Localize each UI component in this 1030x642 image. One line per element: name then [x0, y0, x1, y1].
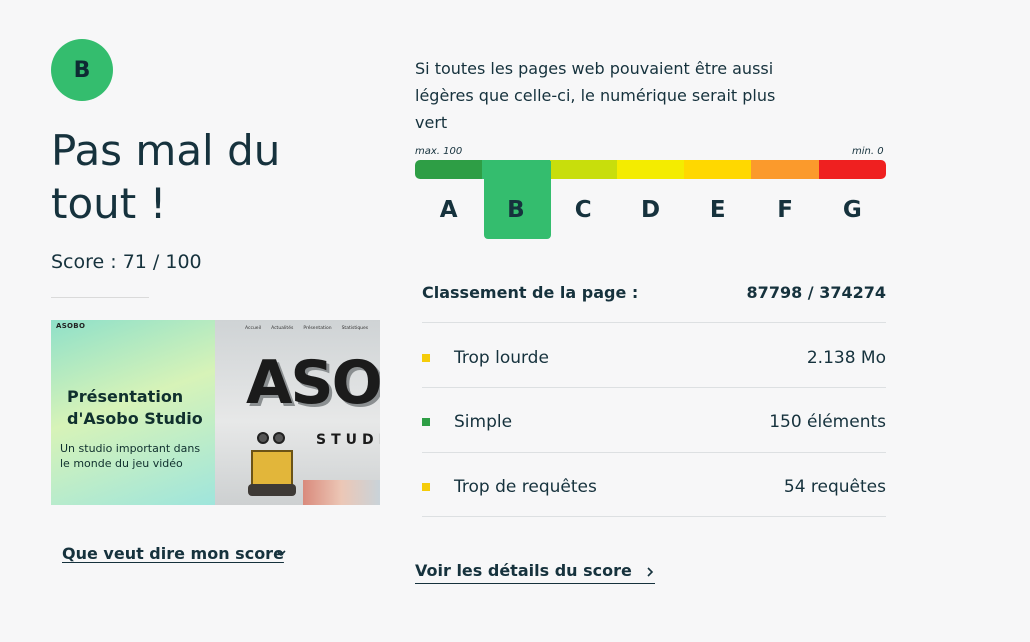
thumbnail-nav-item: Actualités: [271, 326, 294, 331]
grade-letters: A B C D E F G: [415, 197, 886, 231]
thumbnail-fabric: [303, 480, 380, 505]
thumbnail-logo: ASOBO: [56, 322, 86, 330]
score-meaning-link[interactable]: Que veut dire mon score: [62, 544, 284, 563]
grade-letter-a: A: [439, 197, 458, 223]
metric-row-requests: Trop de requêtes 54 requêtes: [422, 475, 886, 499]
grade-segment-e: [684, 160, 752, 179]
grade-segment-c: [549, 160, 617, 179]
grade-letter-c: C: [574, 197, 592, 223]
thumbnail-nav-item: Statistiques: [341, 326, 369, 331]
chevron-down-icon[interactable]: [274, 546, 288, 560]
score-details-label: Voir les détails du score: [415, 561, 632, 580]
metric-label: Simple: [454, 412, 513, 432]
robot-track: [248, 484, 296, 496]
status-indicator: [422, 483, 430, 491]
thumbnail-title: Présentation d'Asobo Studio: [67, 387, 203, 428]
grade-letter-b: B: [507, 197, 525, 223]
grade-segment-f: [751, 160, 819, 179]
thumbnail-nav-item: Accueil: [245, 326, 262, 331]
robot-figure: [251, 450, 293, 486]
metric-row-complexity: Simple 150 éléments: [422, 410, 886, 434]
grade-letter-d: D: [640, 197, 661, 223]
ranking-row: Classement de la page : 87798 / 374274: [422, 283, 886, 302]
grade-letter-g: G: [842, 197, 862, 223]
grade-segment-g: [818, 160, 886, 179]
metric-value: 150 éléments: [769, 412, 886, 432]
thumbnail-wall-sign: ASO: [246, 348, 380, 418]
grade-letter-e: E: [709, 197, 726, 223]
divider: [51, 297, 149, 298]
robot-eye: [273, 432, 285, 444]
score-text: Score : 71 / 100: [51, 251, 202, 273]
divider: [422, 387, 886, 388]
divider: [422, 452, 886, 453]
result-headline: Pas mal du tout !: [51, 126, 281, 228]
chevron-right-icon: [647, 566, 654, 577]
ranking-label: Classement de la page :: [422, 283, 639, 302]
thumbnail-nav-item: Présentation: [303, 326, 332, 331]
grade-badge: B: [51, 39, 113, 101]
metric-label: Trop de requêtes: [454, 477, 597, 497]
grade-segment-a: [415, 160, 483, 179]
metric-row-weight: Trop lourde 2.138 Mo: [422, 346, 886, 370]
metric-value: 2.138 Mo: [806, 348, 886, 368]
thumbnail-nav: Accueil Actualités Présentation Statisti…: [245, 326, 368, 331]
scale-min-label: min. 0: [852, 146, 884, 157]
status-indicator: [422, 354, 430, 362]
metric-label: Trop lourde: [454, 348, 549, 368]
divider: [422, 322, 886, 323]
thumbnail-wall-subsign: STUDI: [316, 432, 380, 448]
metric-value: 54 requêtes: [783, 477, 886, 497]
scale-max-label: max. 100: [415, 146, 463, 157]
grade-letter-f: F: [777, 197, 793, 223]
thumbnail-subtitle: Un studio important dans le monde du jeu…: [60, 442, 201, 470]
divider: [422, 516, 886, 517]
grade-segment-d: [616, 160, 685, 179]
ranking-value: 87798 / 374274: [746, 283, 886, 302]
robot-eye: [257, 432, 269, 444]
score-details-link[interactable]: Voir les détails du score: [415, 561, 656, 584]
intro-text: Si toutes les pages web pouvaient être a…: [415, 59, 776, 132]
page-screenshot-thumbnail: ASOBO Accueil Actualités Présentation St…: [51, 320, 380, 505]
status-indicator: [422, 418, 430, 426]
